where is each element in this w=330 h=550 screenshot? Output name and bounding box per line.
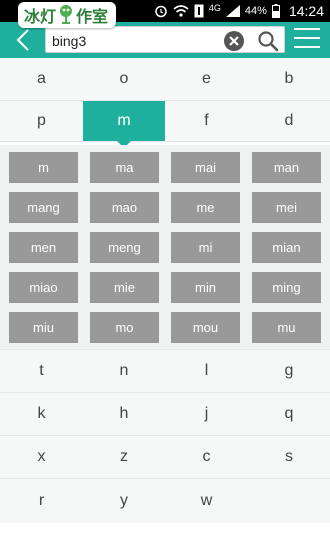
- pinyin-option[interactable]: miu: [9, 312, 78, 343]
- search-box: [45, 26, 285, 53]
- clock: 14:24: [288, 3, 324, 19]
- letter-key[interactable]: k: [0, 393, 83, 435]
- letter-key[interactable]: s: [248, 436, 330, 478]
- menu-line: [294, 37, 320, 39]
- letter-key-empty: [248, 479, 330, 523]
- menu-line: [294, 46, 320, 48]
- signal-icon: [225, 5, 240, 17]
- pinyin-option[interactable]: mian: [252, 232, 321, 263]
- chevron-left-icon: [16, 29, 29, 51]
- search-button[interactable]: [256, 29, 280, 53]
- letter-key-active[interactable]: m: [83, 101, 165, 148]
- search-icon: [258, 31, 279, 52]
- letter-key[interactable]: z: [83, 436, 165, 478]
- status-bar: 冰灯 作室 4G 44% 14:24: [0, 0, 330, 28]
- letter-key[interactable]: l: [165, 350, 248, 392]
- letter-key[interactable]: j: [165, 393, 248, 435]
- brand-logo: 冰灯 作室: [18, 2, 117, 28]
- battery-label: 44%: [244, 5, 267, 17]
- pinyin-panel: m ma mai man mang mao me mei men meng mi…: [0, 145, 330, 350]
- clear-button[interactable]: [224, 31, 244, 51]
- letter-key[interactable]: g: [248, 350, 330, 392]
- menu-button[interactable]: [294, 28, 320, 52]
- letter-key[interactable]: q: [248, 393, 330, 435]
- letter-key[interactable]: n: [83, 350, 165, 392]
- letter-row: t n l g: [0, 350, 330, 393]
- pinyin-option[interactable]: mai: [171, 152, 240, 183]
- pinyin-option[interactable]: meng: [90, 232, 159, 263]
- letter-row: x z c s: [0, 436, 330, 479]
- pinyin-option[interactable]: ma: [90, 152, 159, 183]
- pinyin-option[interactable]: miao: [9, 272, 78, 303]
- pinyin-option[interactable]: m: [9, 152, 78, 183]
- letter-key[interactable]: h: [83, 393, 165, 435]
- letter-key[interactable]: w: [165, 479, 248, 523]
- letter-key[interactable]: c: [165, 436, 248, 478]
- letter-key[interactable]: o: [83, 58, 165, 100]
- letter-key[interactable]: t: [0, 350, 83, 392]
- pinyin-option[interactable]: mie: [90, 272, 159, 303]
- letter-key[interactable]: b: [248, 58, 330, 100]
- sim-icon: [194, 4, 204, 18]
- letter-key[interactable]: x: [0, 436, 83, 478]
- letter-row: a o e b: [0, 58, 330, 101]
- battery-icon: [271, 4, 280, 18]
- wifi-icon: [173, 5, 189, 17]
- pinyin-option[interactable]: me: [171, 192, 240, 223]
- pinyin-option[interactable]: mei: [252, 192, 321, 223]
- alarm-icon: [155, 5, 167, 18]
- search-input[interactable]: [52, 31, 222, 50]
- letter-key[interactable]: a: [0, 58, 83, 100]
- pinyin-option[interactable]: mou: [171, 312, 240, 343]
- letter-row: r y w: [0, 479, 330, 523]
- pinyin-option[interactable]: men: [9, 232, 78, 263]
- pinyin-option[interactable]: min: [171, 272, 240, 303]
- pinyin-option[interactable]: ming: [252, 272, 321, 303]
- letter-row: p m f d: [0, 101, 330, 148]
- pinyin-option[interactable]: mao: [90, 192, 159, 223]
- letter-key[interactable]: d: [248, 101, 330, 141]
- menu-line: [294, 28, 320, 30]
- letter-key[interactable]: r: [0, 479, 83, 523]
- brand-text-left: 冰灯: [24, 7, 57, 26]
- letter-key[interactable]: e: [165, 58, 248, 100]
- pinyin-option[interactable]: mo: [90, 312, 159, 343]
- letter-key[interactable]: y: [83, 479, 165, 523]
- letter-key[interactable]: p: [0, 101, 83, 141]
- status-icons: 4G 44% 14:24: [154, 0, 324, 22]
- bulb-icon: [58, 4, 74, 26]
- pinyin-option[interactable]: mi: [171, 232, 240, 263]
- close-icon: [229, 36, 239, 46]
- letter-row: k h j q: [0, 393, 330, 436]
- brand-text-right: 作室: [76, 7, 109, 26]
- pinyin-option[interactable]: mu: [252, 312, 321, 343]
- pinyin-option[interactable]: mang: [9, 192, 78, 223]
- back-button[interactable]: [8, 26, 38, 54]
- pinyin-option[interactable]: man: [252, 152, 321, 183]
- letter-key[interactable]: f: [165, 101, 248, 141]
- network-label: 4G: [208, 3, 221, 13]
